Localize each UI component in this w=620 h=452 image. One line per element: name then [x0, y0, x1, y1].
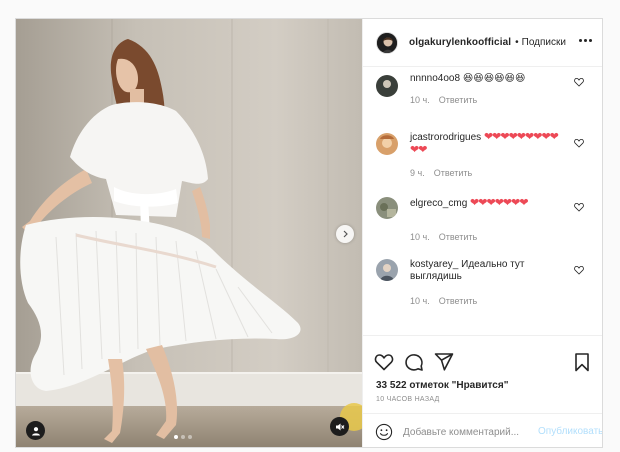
comment-time: 9 ч. — [410, 168, 425, 178]
commenter-avatar[interactable] — [376, 133, 398, 155]
post-time-ago[interactable]: 10 ЧАСОВ НАЗАД — [376, 396, 440, 403]
reply-button[interactable]: Ответить — [439, 296, 477, 306]
comment-composer: Опубликовать — [363, 413, 602, 447]
comment-meta: 10 ч. Ответить — [410, 95, 477, 105]
author-avatar-image — [377, 32, 397, 53]
post-photo[interactable] — [16, 19, 362, 447]
comments-list[interactable]: nnnno4oo8 😆😆😆😆😆😆 10 ч. Ответить jcastror… — [363, 67, 602, 335]
comment-body: nnnno4oo8 😆😆😆😆😆😆 — [410, 73, 565, 85]
carousel-dot — [174, 435, 178, 439]
comment-text: 😆😆😆😆😆😆 — [462, 73, 526, 84]
comment-time: 10 ч. — [410, 232, 430, 242]
commenter-username[interactable]: kostyarey_ — [410, 259, 458, 270]
speaker-muted-icon — [335, 423, 344, 430]
reply-button[interactable]: Ответить — [434, 168, 472, 178]
more-horizontal-icon — [579, 39, 582, 42]
following-button[interactable]: Подписки — [522, 37, 566, 48]
mute-button[interactable] — [330, 417, 349, 436]
post-header: olgakurylenkoofficial • Подписки — [363, 19, 602, 67]
comment-meta: 10 ч. Ответить — [410, 232, 477, 242]
reply-button[interactable]: Ответить — [439, 95, 477, 105]
comment-time: 10 ч. — [410, 296, 430, 306]
comment-body: elgreco_cmg ❤❤❤❤❤❤❤ — [410, 197, 565, 210]
photo-scene — [16, 19, 362, 447]
carousel-indicator — [174, 435, 192, 439]
action-icons — [374, 352, 454, 372]
more-options-button[interactable] — [579, 39, 592, 42]
commenter-avatar[interactable] — [376, 197, 398, 219]
share-paper-plane-icon[interactable] — [434, 352, 454, 372]
carousel-dot — [181, 435, 185, 439]
comment-meta: 9 ч. Ответить — [410, 168, 472, 178]
comment-bubble-icon[interactable] — [404, 352, 424, 372]
emoji-icon[interactable] — [375, 423, 393, 441]
next-slide-button[interactable] — [336, 225, 354, 243]
heart-outline-icon[interactable] — [574, 138, 584, 148]
commenter-username[interactable]: nnnno4oo8 — [410, 73, 460, 84]
comment-meta: 10 ч. Ответить — [410, 296, 477, 306]
author-avatar[interactable] — [376, 31, 398, 54]
commenter-username[interactable]: elgreco_cmg — [410, 198, 467, 209]
header-separator: • — [515, 37, 519, 48]
like-heart-icon[interactable] — [374, 352, 394, 372]
likes-count[interactable]: 33 522 отметок "Нравится" — [376, 380, 508, 391]
heart-outline-icon[interactable] — [574, 202, 584, 212]
heart-outline-icon[interactable] — [574, 265, 584, 275]
comment-input[interactable] — [403, 423, 531, 441]
tagged-users-button[interactable] — [26, 421, 45, 440]
carousel-dot — [188, 435, 192, 439]
bookmark-icon[interactable] — [572, 352, 592, 372]
commenter-avatar[interactable] — [376, 75, 398, 97]
commenter-avatar[interactable] — [376, 259, 398, 281]
post-actions: 33 522 отметок "Нравится" 10 ЧАСОВ НАЗАД — [363, 335, 602, 413]
comment-body: jcastrorodrigues ❤❤❤❤❤❤❤❤❤❤❤ — [410, 131, 565, 157]
comment-time: 10 ч. — [410, 95, 430, 105]
chevron-right-icon — [343, 230, 348, 238]
user-icon — [31, 426, 40, 435]
author-username[interactable]: olgakurylenkoofficial — [409, 37, 511, 48]
post-side-panel: olgakurylenkoofficial • Подписки nnnno4o… — [362, 19, 602, 447]
reply-button[interactable]: Ответить — [439, 232, 477, 242]
publish-button[interactable]: Опубликовать — [538, 426, 602, 437]
commenter-username[interactable]: jcastrorodrigues — [410, 132, 481, 143]
comment-text: ❤❤❤❤❤❤❤ — [470, 197, 529, 209]
comment-body: kostyarey_ Идеально тут выглядишь — [410, 259, 565, 283]
post-dialog: olgakurylenkoofficial • Подписки nnnno4o… — [15, 18, 603, 448]
heart-outline-icon[interactable] — [574, 77, 584, 87]
